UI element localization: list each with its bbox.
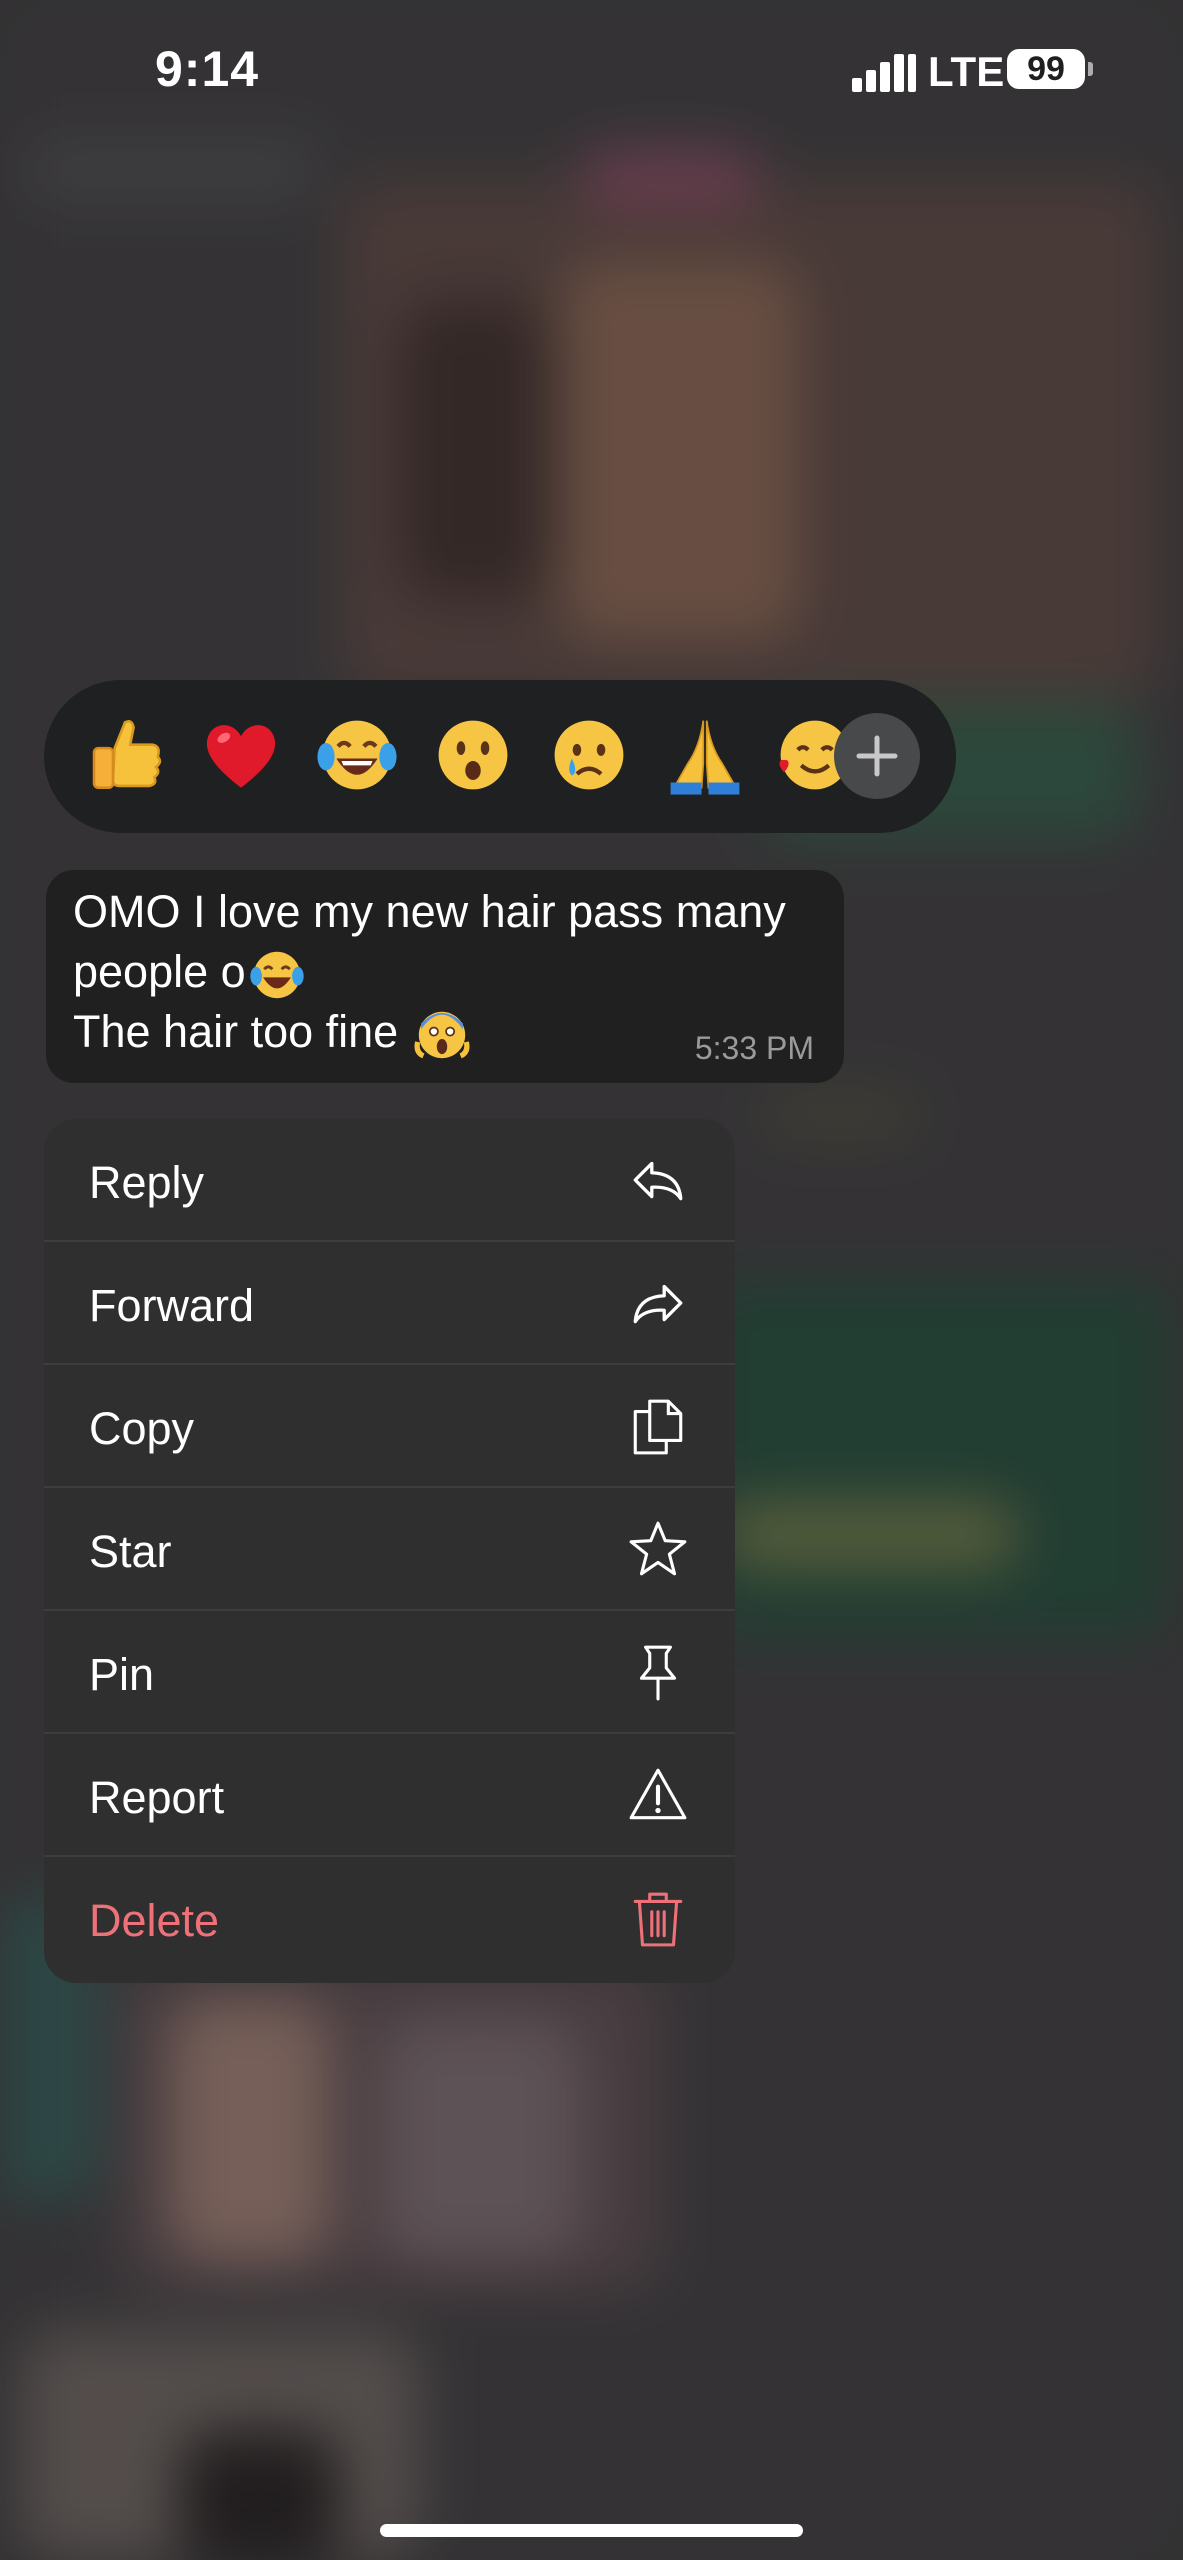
folded-hands-emoji[interactable] — [662, 712, 748, 798]
battery-icon: 99 — [1007, 49, 1085, 89]
tears-of-joy-emoji[interactable] — [314, 712, 400, 798]
message-context-menu: Reply Forward Copy Star Pin Report Delet… — [44, 1119, 735, 1983]
trash-icon — [633, 1892, 683, 1947]
status-bar: 9:14 LTE 99 — [0, 0, 1183, 140]
copy-icon — [633, 1399, 683, 1455]
message-timestamp: 5:33 PM — [694, 1030, 814, 1066]
crying-emoji[interactable] — [546, 712, 632, 798]
surprised-emoji[interactable] — [430, 712, 516, 798]
reply-icon — [633, 1161, 683, 1201]
message-line-2: people o — [73, 942, 306, 1004]
menu-item-forward-label: Forward — [89, 1280, 255, 1331]
menu-item-copy-label: Copy — [89, 1403, 195, 1454]
forward-icon — [633, 1284, 683, 1324]
menu-item-reply-label: Reply — [89, 1157, 205, 1208]
menu-item-report-label: Report — [89, 1772, 225, 1823]
status-time: 9:14 — [155, 41, 260, 97]
home-indicator[interactable] — [380, 2524, 803, 2537]
menu-item-reply[interactable]: Reply — [44, 1119, 735, 1242]
message-bubble[interactable]: OMO I love my new hair pass many people … — [46, 870, 844, 1083]
add-reaction-button[interactable] — [834, 713, 920, 799]
plus-icon — [856, 735, 898, 777]
menu-item-delete[interactable]: Delete — [44, 1857, 735, 1980]
menu-item-forward[interactable]: Forward — [44, 1242, 735, 1365]
menu-item-delete-label: Delete — [89, 1895, 220, 1946]
message-line-3: The hair too fine — [73, 1002, 471, 1064]
red-heart-emoji[interactable] — [198, 712, 284, 798]
message-line-1: OMO I love my new hair pass many — [73, 886, 786, 937]
battery-tip — [1088, 62, 1093, 76]
menu-item-pin[interactable]: Pin — [44, 1611, 735, 1734]
menu-item-star-label: Star — [89, 1526, 172, 1577]
signal-strength-icon — [852, 52, 916, 92]
menu-item-report[interactable]: Report — [44, 1734, 735, 1857]
pin-icon — [639, 1645, 677, 1701]
message-line-2-text: people o — [73, 946, 246, 997]
menu-item-pin-label: Pin — [89, 1649, 155, 1700]
network-type: LTE — [928, 48, 1005, 95]
menu-item-copy[interactable]: Copy — [44, 1365, 735, 1488]
message-line-3-text: The hair too fine — [73, 1006, 399, 1057]
reaction-bar — [44, 680, 956, 833]
warning-icon — [629, 1768, 687, 1820]
menu-item-star[interactable]: Star — [44, 1488, 735, 1611]
thumbs-up-emoji[interactable] — [82, 712, 168, 798]
screaming-in-fear-inline-emoji — [414, 1011, 470, 1059]
star-icon — [629, 1521, 687, 1576]
tears-of-joy-inline-emoji — [249, 951, 304, 999]
